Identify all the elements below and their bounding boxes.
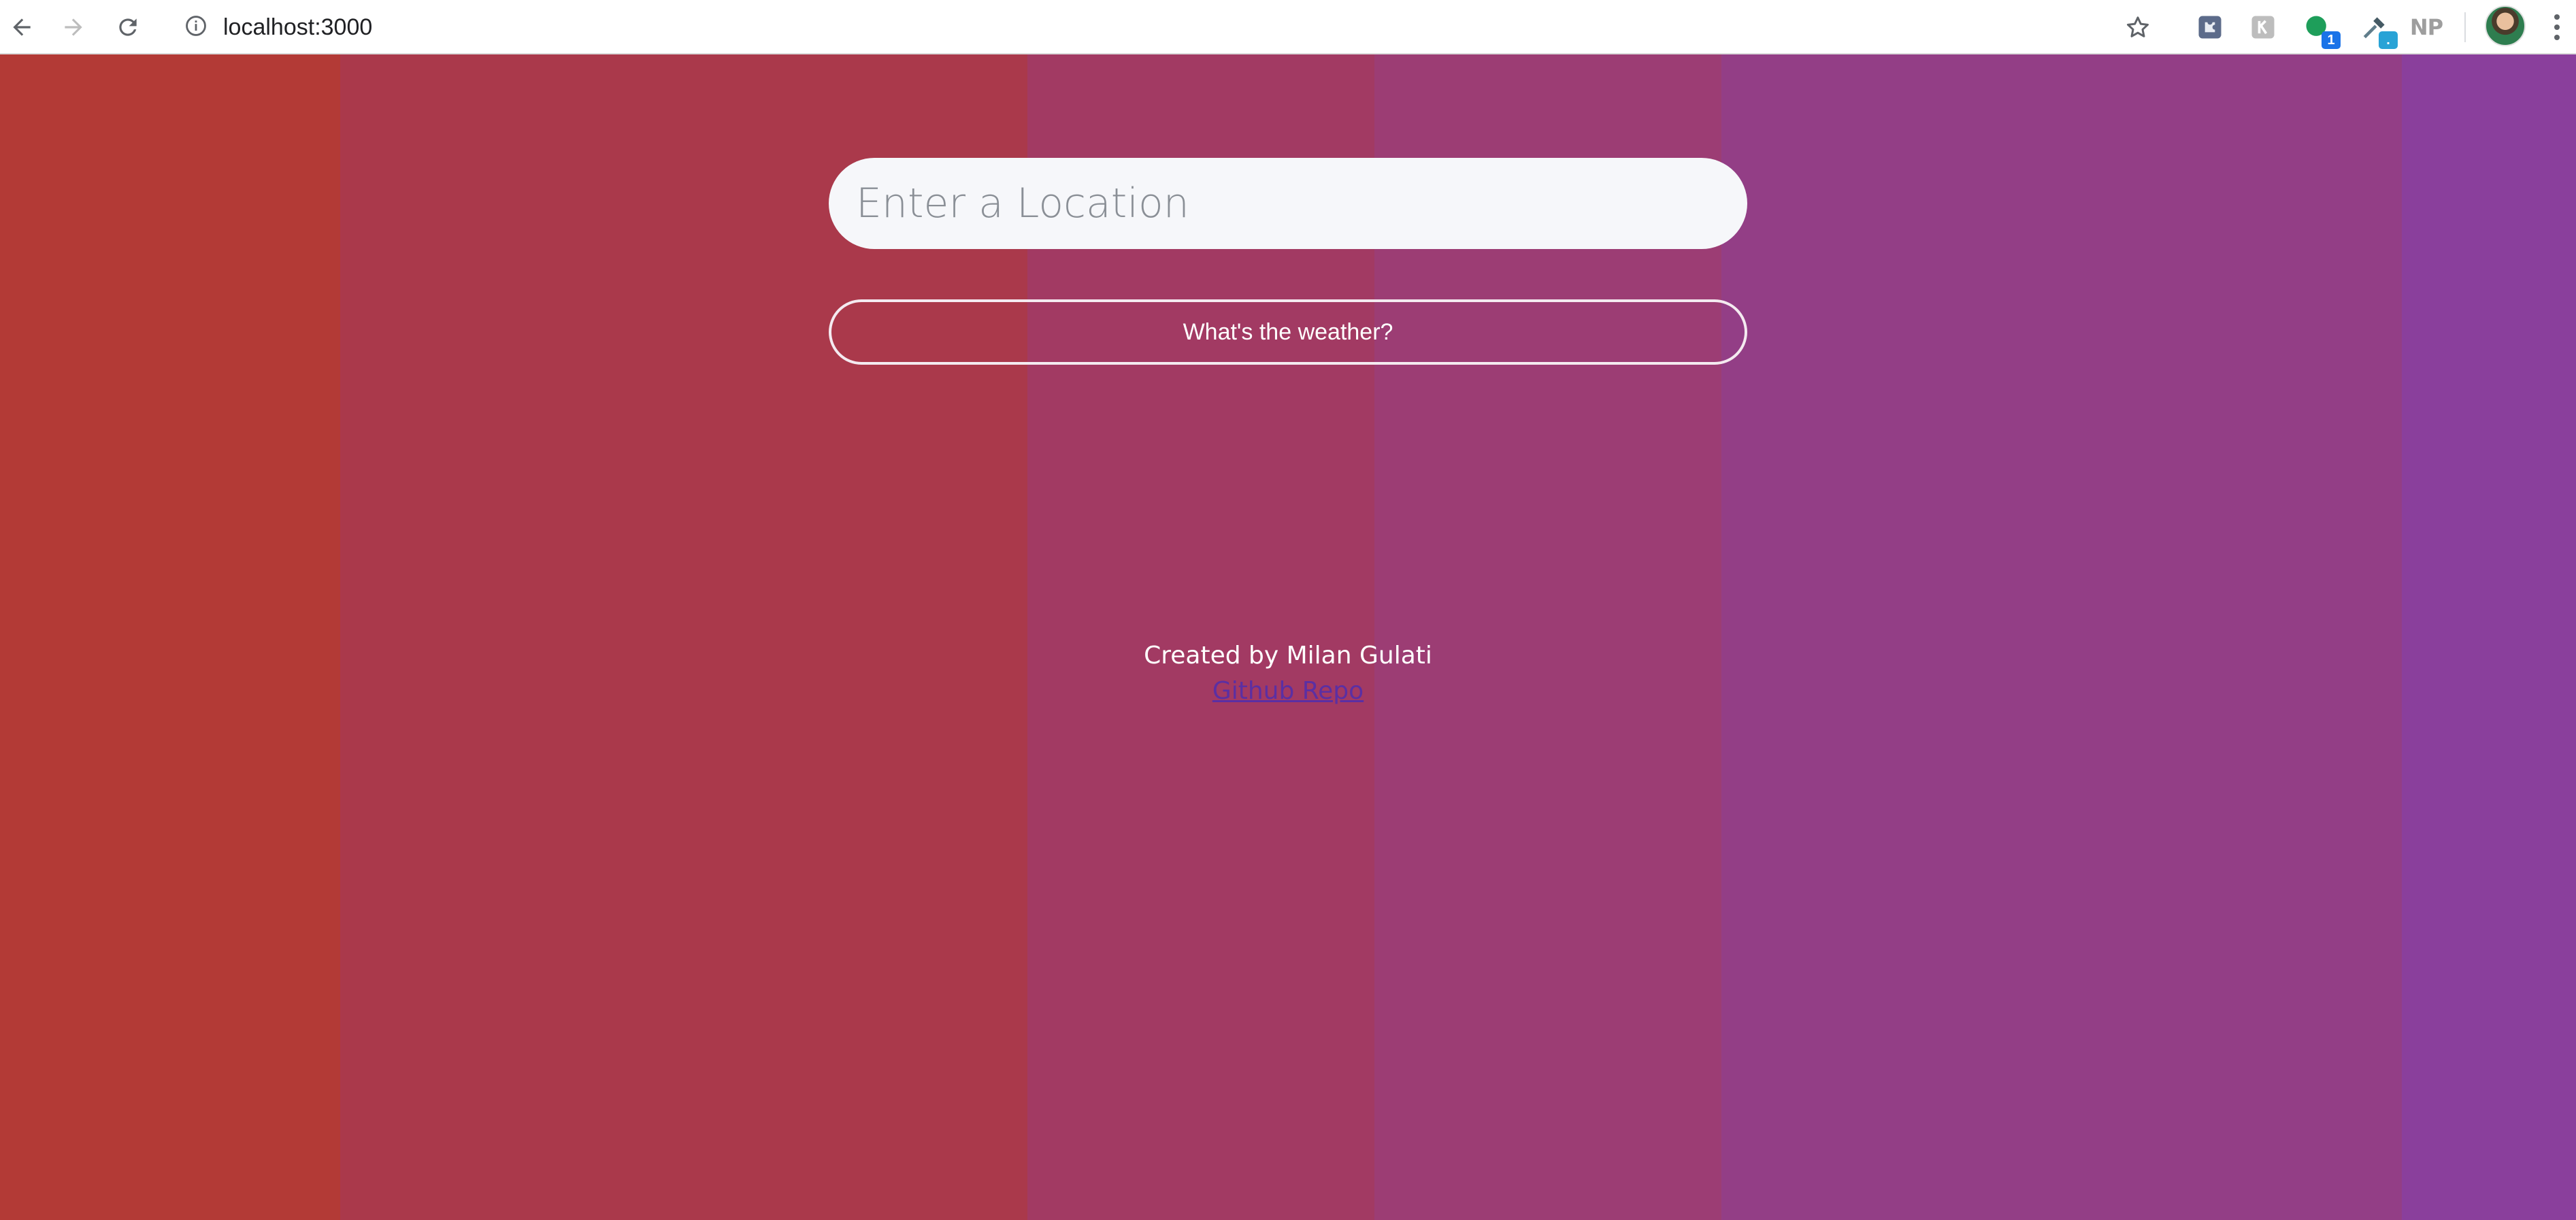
np-extension-icon[interactable]: NP — [2409, 10, 2444, 45]
background-band — [1721, 54, 2402, 1220]
get-weather-button[interactable]: What's the weather? — [829, 299, 1747, 365]
background-band — [2402, 54, 2576, 1220]
green-dot-extension-icon[interactable]: 1 — [2300, 10, 2341, 49]
forward-arrow-icon — [65, 18, 82, 36]
github-repo-link[interactable]: Github Repo — [1212, 677, 1364, 705]
profile-avatar[interactable] — [2485, 5, 2526, 46]
author-credit: Created by Milan Gulati — [1144, 642, 1432, 670]
address-bar[interactable]: localhost:3000 — [223, 8, 372, 46]
back-arrow-icon — [13, 18, 31, 36]
toolbar-divider — [2464, 12, 2466, 42]
background-band — [0, 54, 340, 1220]
reload-icon — [119, 18, 137, 36]
browser-menu-icon[interactable] — [2545, 8, 2569, 46]
site-info-icon[interactable] — [181, 11, 211, 41]
puzzle-extension-icon[interactable] — [2192, 10, 2228, 45]
location-input[interactable] — [829, 158, 1747, 249]
extension-badge: . — [2379, 31, 2398, 49]
extension-badge: 1 — [2322, 31, 2341, 49]
footer: Created by Milan Gulati Github Repo — [0, 638, 2576, 709]
forward-button[interactable] — [52, 5, 95, 49]
back-button[interactable] — [0, 5, 44, 49]
bookmark-star-icon[interactable] — [2117, 7, 2158, 48]
location-search-container — [829, 158, 1747, 249]
np-extension-label: NP — [2409, 14, 2443, 40]
reload-button[interactable] — [106, 5, 150, 49]
eyedropper-extension-icon[interactable]: . — [2357, 10, 2398, 49]
page-background: What's the weather? Created by Milan Gul… — [0, 54, 2576, 1220]
k-extension-icon[interactable] — [2245, 10, 2281, 45]
browser-toolbar: localhost:3000 1 . NP — [0, 0, 2576, 54]
